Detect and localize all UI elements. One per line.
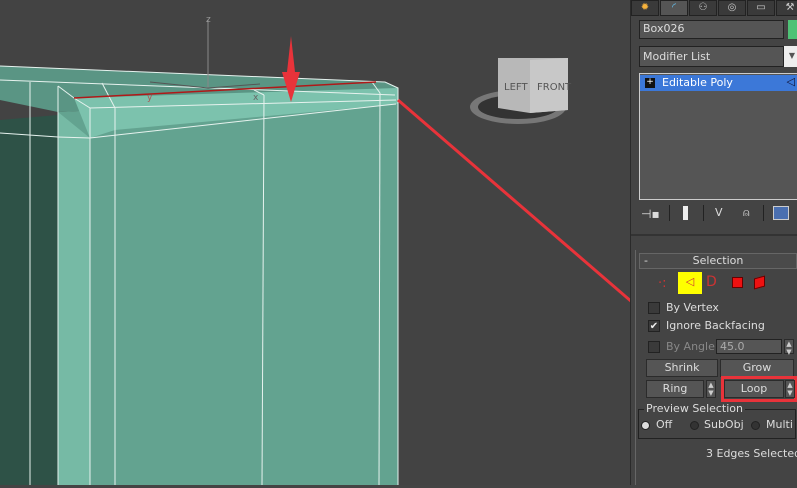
configure-modifier-sets-icon[interactable] [773,206,789,220]
stack-item-editable-poly[interactable]: + Editable Poly ◁ [640,75,797,91]
rollout-title: Selection [692,254,744,267]
hammer-icon: ⚒ [785,2,795,13]
border-mode-icon[interactable]: D [706,274,717,290]
preview-subobj-label: SubObj [704,418,744,431]
shrink-button[interactable]: Shrink [646,359,718,377]
by-vertex-checkbox[interactable] [648,302,660,314]
preview-multi-radio[interactable] [751,421,760,430]
modifier-list-dropdown[interactable]: Modifier List [639,46,784,67]
ring-button[interactable]: Ring [646,380,704,398]
display-monitor-icon: ▭ [756,2,766,13]
edge-triangle-icon: ◁ [685,275,695,288]
preview-selection-label: Preview Selection [644,402,746,415]
object-color-swatch[interactable] [788,20,797,39]
sun-icon: ✹ [640,2,650,13]
by-angle-checkbox[interactable] [648,341,660,353]
ignore-backfacing-label: Ignore Backfacing [666,319,765,332]
viewcube-left-label: LEFT [504,82,528,93]
by-vertex-label: By Vertex [666,301,719,314]
axis-x-label: x [253,93,259,103]
tab-motion[interactable]: ◎ [718,0,746,16]
ignore-backfacing-checkbox[interactable]: ✔ [648,320,660,332]
box-front-face [58,96,398,485]
modify-arc-icon: ◜ [672,2,676,13]
element-mode-icon[interactable] [754,275,765,290]
polygon-mode-icon[interactable] [732,277,743,288]
rollout-header[interactable]: - Selection [639,253,797,269]
tab-utilities[interactable]: ⚒ [776,0,797,16]
edge-triangle-icon: ◁ [786,75,795,88]
viewcube[interactable]: LEFT FRONT [470,58,572,124]
angle-input[interactable]: 45.0 [716,339,782,354]
selection-rollout: - Selection ·: ◁ D By Vertex ✔ Ignore Ba… [635,250,797,485]
tab-display[interactable]: ▭ [747,0,775,16]
box-left-face [0,115,58,485]
annotation-arrow-line [397,98,721,380]
tab-create[interactable]: ✹ [631,0,659,16]
loop-button[interactable]: Loop [724,380,784,398]
tab-modify[interactable]: ◜ [660,0,688,16]
tab-hierarchy[interactable]: ⚇ [689,0,717,16]
stack-item-label: Editable Poly [662,76,733,89]
axis-z-label: z [206,15,211,25]
edge-mode-button[interactable]: ◁ [678,272,702,294]
pin-stack-icon[interactable]: ⊣▪ [641,207,660,221]
modifier-stack[interactable]: + Editable Poly ◁ [639,73,797,200]
chevron-down-icon[interactable]: ▼ [784,46,797,67]
axis-y-label: y [147,93,153,103]
hierarchy-icon: ⚇ [698,2,708,13]
preview-multi-label: Multi [766,418,793,431]
remove-modifier-icon[interactable]: ⍝ [743,206,750,220]
viewport-perspective[interactable]: z y x LEFT FRONT [0,0,735,486]
preview-subobj-radio[interactable] [690,421,699,430]
ring-spinner[interactable]: ▲ ▼ [706,380,716,398]
by-angle-label: By Angle: [666,340,719,353]
preview-off-radio[interactable] [641,421,650,430]
command-panel: ✹ ◜ ⚇ ◎ ▭ ⚒ Box026 Modifier List ▼ + Edi… [630,0,797,485]
angle-spinner[interactable]: ▲ ▼ [784,339,794,356]
preview-off-label: Off [656,418,673,431]
motion-icon: ◎ [727,2,737,13]
expand-plus-icon[interactable]: + [645,78,655,88]
selection-status: 3 Edges Selected [706,447,797,460]
viewport-scene: z y x LEFT FRONT [0,15,735,486]
viewcube-front-label: FRONT [537,82,572,93]
grow-button[interactable]: Grow [720,359,794,377]
show-end-result-icon[interactable] [683,206,688,220]
object-name-input[interactable]: Box026 [639,20,784,39]
loop-spinner[interactable]: ▲ ▼ [785,380,795,398]
vertex-mode-icon[interactable]: ·: [658,276,667,291]
box-chamfer [58,112,90,485]
make-unique-icon[interactable]: V [715,206,723,219]
